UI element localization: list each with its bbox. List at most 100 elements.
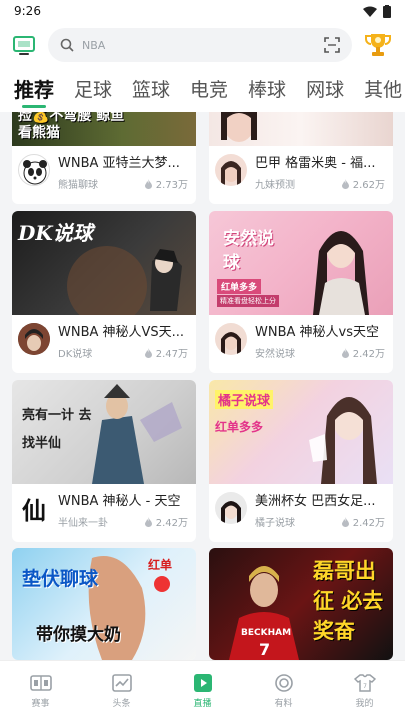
heat-value: 2.73万 [155, 180, 188, 191]
thumbnail-caption: DK说球 [18, 221, 93, 245]
thumbnail-caption: 安然说球 [223, 229, 274, 273]
tab-football[interactable]: 足球 [74, 68, 112, 112]
stream-meta: WNBA 神秘人vs天空 安然说球 2.42万 [209, 315, 393, 373]
nav-label: 直播 [193, 698, 212, 709]
nav-live[interactable]: 直播 [162, 661, 243, 720]
flame-icon [341, 347, 349, 358]
thumbnail-caption: 橘子说球 [215, 390, 274, 409]
nav-label: 有料 [274, 698, 293, 709]
stream-meta: WNBA 亚特兰大梦... 熊猫聊球 2.73万 [12, 146, 196, 204]
stream-title: 美洲杯女 巴西女足... [255, 494, 376, 509]
avatar [215, 154, 247, 186]
tab-baseball[interactable]: 棒球 [248, 68, 286, 112]
search-input[interactable]: NBA [48, 28, 352, 62]
trophy-icon[interactable] [363, 30, 393, 60]
thumbnail-caption: 垫伏聊球 [22, 568, 99, 590]
stream-card[interactable]: 磊哥出征 必去奖奋 BECKHAM 7 [209, 548, 393, 660]
nav-label: 头条 [112, 698, 131, 709]
stream-meta: 仙 WNBA 神秘人 - 天空 半仙来一卦 2.42万 [12, 484, 196, 542]
stream-card[interactable]: 垫伏聊球 带你摸大奶 红单 [12, 548, 196, 660]
tab-tennis[interactable]: 网球 [306, 68, 344, 112]
avatar [215, 492, 247, 524]
target-icon [274, 673, 293, 692]
stream-thumbnail: 捡💰不弯腰 鲸鱼看熊猫 [12, 112, 196, 146]
stream-thumbnail: DK说球 [12, 211, 196, 315]
avatar-text: 仙 [22, 495, 46, 525]
flame-icon [144, 516, 152, 527]
tv-icon[interactable] [12, 34, 36, 56]
thumbnail-subcaption: 红单多多 [215, 420, 264, 434]
top-header: NBA [0, 22, 405, 68]
scan-icon[interactable] [324, 37, 340, 53]
stream-card[interactable]: DK说球 WNBA 神秘人VS天... DK说球 2.47万 [12, 211, 196, 373]
stream-card[interactable]: 亮有一计 去找半仙 仙 WNBA 神秘人 - 天空 半仙来一卦 2.42万 [12, 380, 196, 542]
nav-label: 我的 [355, 698, 374, 709]
thumbnail-note: 7 [259, 640, 271, 659]
stream-meta: WNBA 神秘人VS天... DK说球 2.47万 [12, 315, 196, 373]
tab-basketball[interactable]: 篮球 [132, 68, 170, 112]
svg-text:7: 7 [363, 683, 367, 690]
stream-title: WNBA 神秘人VS天... [58, 325, 185, 340]
bottom-nav: 赛事 头条 直播 有料 7 我的 [0, 660, 405, 720]
chart-icon [111, 673, 132, 692]
avatar [215, 323, 247, 355]
streamer-name: 九妹预测 [255, 180, 295, 191]
avatar [18, 323, 50, 355]
status-time: 9:26 [14, 4, 41, 18]
stream-card[interactable]: 捡💰不弯腰 鲸鱼看熊猫 WNBA 亚特兰大梦... 熊猫聊球 2.73万 [12, 112, 196, 204]
thumbnail-note: 精准看盘轻松上分 [217, 295, 279, 307]
thumbnail-caption: 捡💰不弯腰 鲸鱼看熊猫 [18, 112, 125, 141]
nav-profile[interactable]: 7 我的 [324, 661, 405, 720]
search-placeholder: NBA [82, 38, 106, 52]
stream-card[interactable]: 安然说球 红单多多 精准看盘轻松上分 WNBA 神秘人vs天空 安然说球 2.4… [209, 211, 393, 373]
avatar: 仙 [18, 492, 50, 524]
stream-card[interactable]: 巴甲 格雷米奥 - 福... 九妹预测 2.62万 [209, 112, 393, 204]
category-tabs: 推荐 足球 篮球 电竞 棒球 网球 其他 [0, 68, 405, 112]
nav-insights[interactable]: 有料 [243, 661, 324, 720]
stream-title: WNBA 神秘人vs天空 [255, 325, 379, 340]
search-icon [60, 38, 74, 52]
avatar [18, 154, 50, 186]
thumbnail-subcaption: 红单多多 [217, 279, 262, 294]
stream-title: WNBA 神秘人 - 天空 [58, 494, 181, 509]
heat-count: 2.42万 [341, 345, 385, 360]
heat-value: 2.47万 [155, 349, 188, 360]
flame-icon [144, 347, 152, 358]
streamer-name: 熊猫聊球 [58, 180, 98, 191]
thumbnail-caption: 亮有一计 去找半仙 [22, 408, 92, 451]
heat-value: 2.42万 [352, 518, 385, 529]
jersey-icon: 7 [353, 673, 376, 692]
thumbnail-note: 红单 [148, 558, 173, 572]
streamer-name: 橘子说球 [255, 518, 295, 529]
tab-other[interactable]: 其他 [364, 68, 402, 112]
streamer-name: 安然说球 [255, 349, 295, 360]
stream-thumbnail: 亮有一计 去找半仙 [12, 380, 196, 484]
heat-count: 2.62万 [341, 176, 385, 191]
heat-count: 2.42万 [144, 514, 188, 529]
play-icon [193, 673, 212, 692]
flame-icon [341, 516, 349, 527]
battery-icon [383, 4, 391, 18]
live-feed: 捡💰不弯腰 鲸鱼看熊猫 WNBA 亚特兰大梦... 熊猫聊球 2.73万 巴甲 … [0, 112, 405, 660]
stream-meta: 美洲杯女 巴西女足... 橘子说球 2.42万 [209, 484, 393, 542]
flame-icon [341, 178, 349, 189]
stream-title: 巴甲 格雷米奥 - 福... [255, 156, 376, 171]
status-bar: 9:26 [0, 0, 405, 22]
streamer-name: 半仙来一卦 [58, 518, 108, 529]
nav-headlines[interactable]: 头条 [81, 661, 162, 720]
stream-thumbnail: 安然说球 红单多多 精准看盘轻松上分 [209, 211, 393, 315]
status-icons [363, 4, 391, 18]
heat-count: 2.42万 [341, 514, 385, 529]
heat-value: 2.42万 [352, 349, 385, 360]
flame-icon [144, 178, 152, 189]
stream-thumbnail: 垫伏聊球 带你摸大奶 红单 [12, 548, 196, 660]
stream-thumbnail: 橘子说球 红单多多 [209, 380, 393, 484]
thumbnail-subcaption: BECKHAM [241, 628, 292, 638]
nav-events[interactable]: 赛事 [0, 661, 81, 720]
heat-value: 2.62万 [352, 180, 385, 191]
tab-esports[interactable]: 电竞 [190, 68, 228, 112]
stream-card[interactable]: 橘子说球 红单多多 美洲杯女 巴西女足... 橘子说球 2.42万 [209, 380, 393, 542]
tab-recommend[interactable]: 推荐 [14, 68, 54, 112]
streamer-name: DK说球 [58, 349, 93, 360]
stream-title: WNBA 亚特兰大梦... [58, 156, 180, 171]
